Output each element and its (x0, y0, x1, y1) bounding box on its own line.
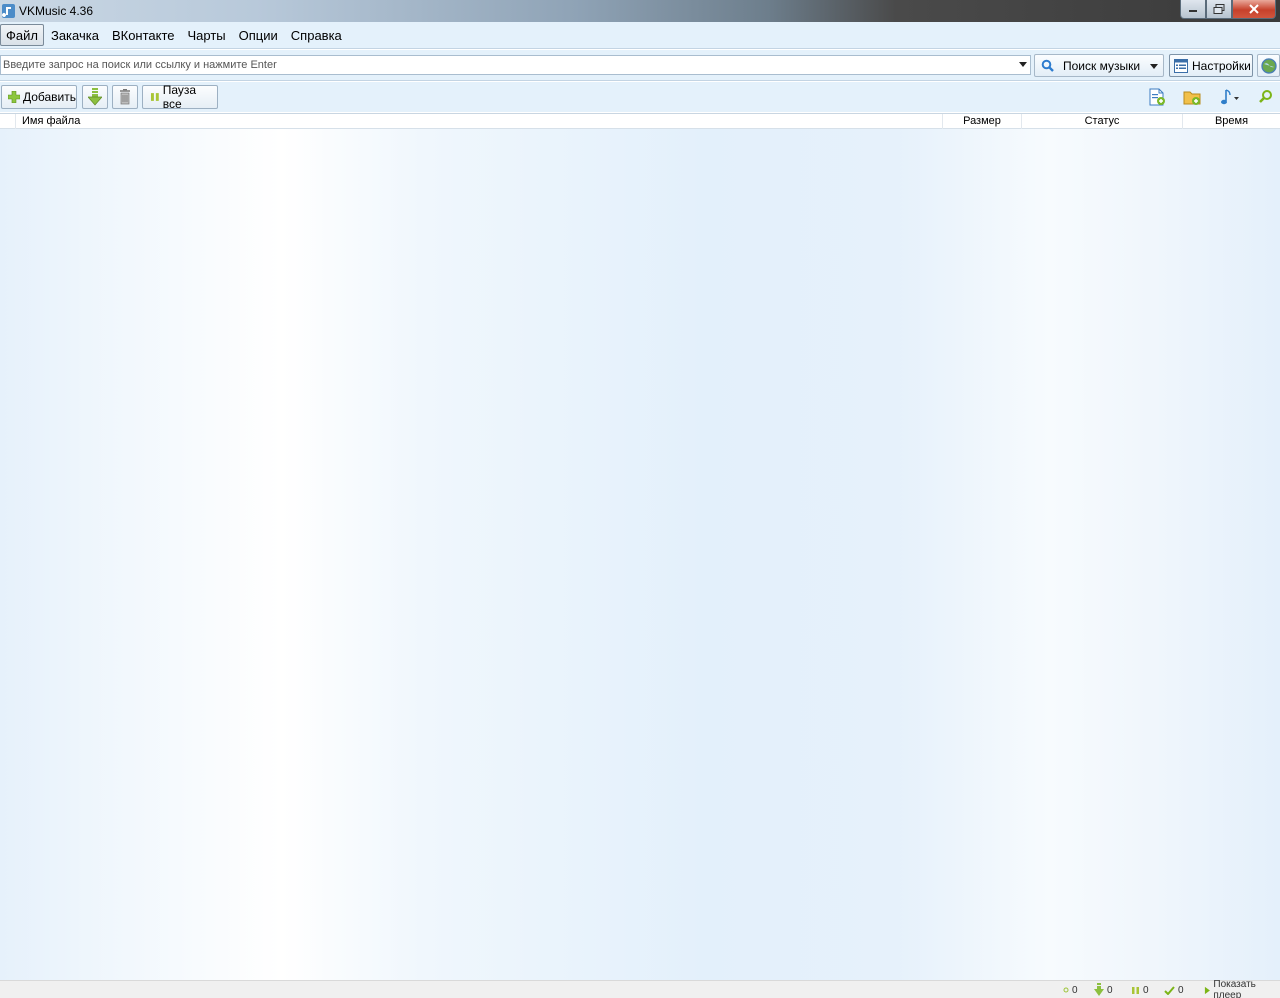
column-header: Имя файла Размер Статус Время (0, 113, 1280, 129)
maximize-button[interactable] (1206, 0, 1232, 19)
globe-icon (1260, 57, 1277, 74)
find-button[interactable] (1256, 87, 1276, 107)
download-button[interactable] (82, 85, 108, 109)
chevron-down-icon (1150, 64, 1158, 69)
column-time[interactable]: Время (1183, 114, 1280, 129)
queued-dot-icon (1063, 987, 1069, 993)
music-menu-button[interactable] (1220, 87, 1242, 107)
column-size[interactable]: Размер (943, 114, 1022, 129)
download-list[interactable] (0, 129, 1280, 980)
minimize-icon (1189, 10, 1197, 12)
status-downloading-count: 0 (1107, 984, 1113, 996)
pause-all-button[interactable]: Пауза все (142, 83, 218, 111)
restore-icon (1213, 4, 1225, 14)
dropdown-arrow-icon[interactable] (1019, 62, 1027, 67)
vkmusic-app-icon (2, 4, 15, 18)
pause-all-label: Пауза все (162, 83, 197, 111)
column-status[interactable]: Статус (1022, 114, 1183, 129)
settings-button[interactable]: Настройки (1169, 54, 1253, 77)
plus-icon (8, 91, 20, 103)
status-paused: 0 (1131, 984, 1149, 996)
add-file-icon (1149, 88, 1165, 106)
menu-bar: Файл Закачка ВКонтакте Чарты Опции Справ… (0, 22, 1280, 49)
title-bar: VKMusic 4.36 (0, 0, 1280, 22)
music-note-icon (1221, 89, 1239, 105)
status-queued-count: 0 (1072, 984, 1078, 996)
download-arrow-icon (1094, 983, 1104, 996)
add-file-button[interactable] (1147, 87, 1167, 107)
search-combobox[interactable] (0, 55, 1031, 75)
status-bar: 0 0 0 0 Показать плеер (0, 979, 1280, 998)
add-label: Добавить (22, 90, 76, 104)
close-icon (1249, 4, 1259, 14)
toolbar: Добавить Пауза все (0, 82, 1280, 112)
pause-icon (150, 93, 159, 101)
menu-charts[interactable]: Чарты (182, 24, 232, 46)
trash-icon (120, 89, 130, 105)
add-folder-button[interactable] (1182, 87, 1202, 107)
menu-file[interactable]: Файл (0, 24, 44, 46)
minimize-button[interactable] (1180, 0, 1206, 19)
delete-button[interactable] (112, 85, 138, 109)
add-button[interactable]: Добавить (1, 85, 77, 109)
download-arrow-icon (88, 88, 102, 106)
settings-label: Настройки (1192, 58, 1251, 73)
column-filename[interactable]: Имя файла (16, 114, 943, 129)
search-bar: Поиск музыки Настройки (0, 50, 1280, 81)
show-player-button[interactable]: Показать плеер (1204, 979, 1280, 998)
status-queued: 0 (1063, 984, 1078, 996)
play-icon (1204, 986, 1210, 994)
status-done: 0 (1164, 984, 1184, 996)
add-folder-icon (1183, 91, 1201, 105)
menu-options[interactable]: Опции (233, 24, 284, 46)
menu-download[interactable]: Закачка (45, 24, 105, 46)
status-paused-count: 0 (1143, 984, 1149, 996)
status-done-count: 0 (1178, 984, 1184, 996)
menu-help[interactable]: Справка (285, 24, 348, 46)
search-icon (1041, 59, 1054, 72)
close-button[interactable] (1232, 0, 1276, 19)
search-input[interactable] (1, 56, 1011, 74)
magnifier-icon (1259, 90, 1272, 103)
window-title: VKMusic 4.36 (19, 4, 94, 18)
checkmark-icon (1164, 985, 1175, 995)
globe-button[interactable] (1257, 54, 1280, 77)
search-mode-label: Поиск музыки (1063, 58, 1141, 73)
column-checkbox-header[interactable] (0, 114, 16, 129)
show-player-label: Показать плеер (1213, 979, 1256, 998)
settings-list-icon (1174, 58, 1188, 73)
search-mode-dropdown[interactable]: Поиск музыки (1034, 54, 1164, 77)
status-downloading: 0 (1094, 983, 1113, 996)
pause-icon (1132, 986, 1139, 994)
menu-vkontakte[interactable]: ВКонтакте (106, 24, 181, 46)
